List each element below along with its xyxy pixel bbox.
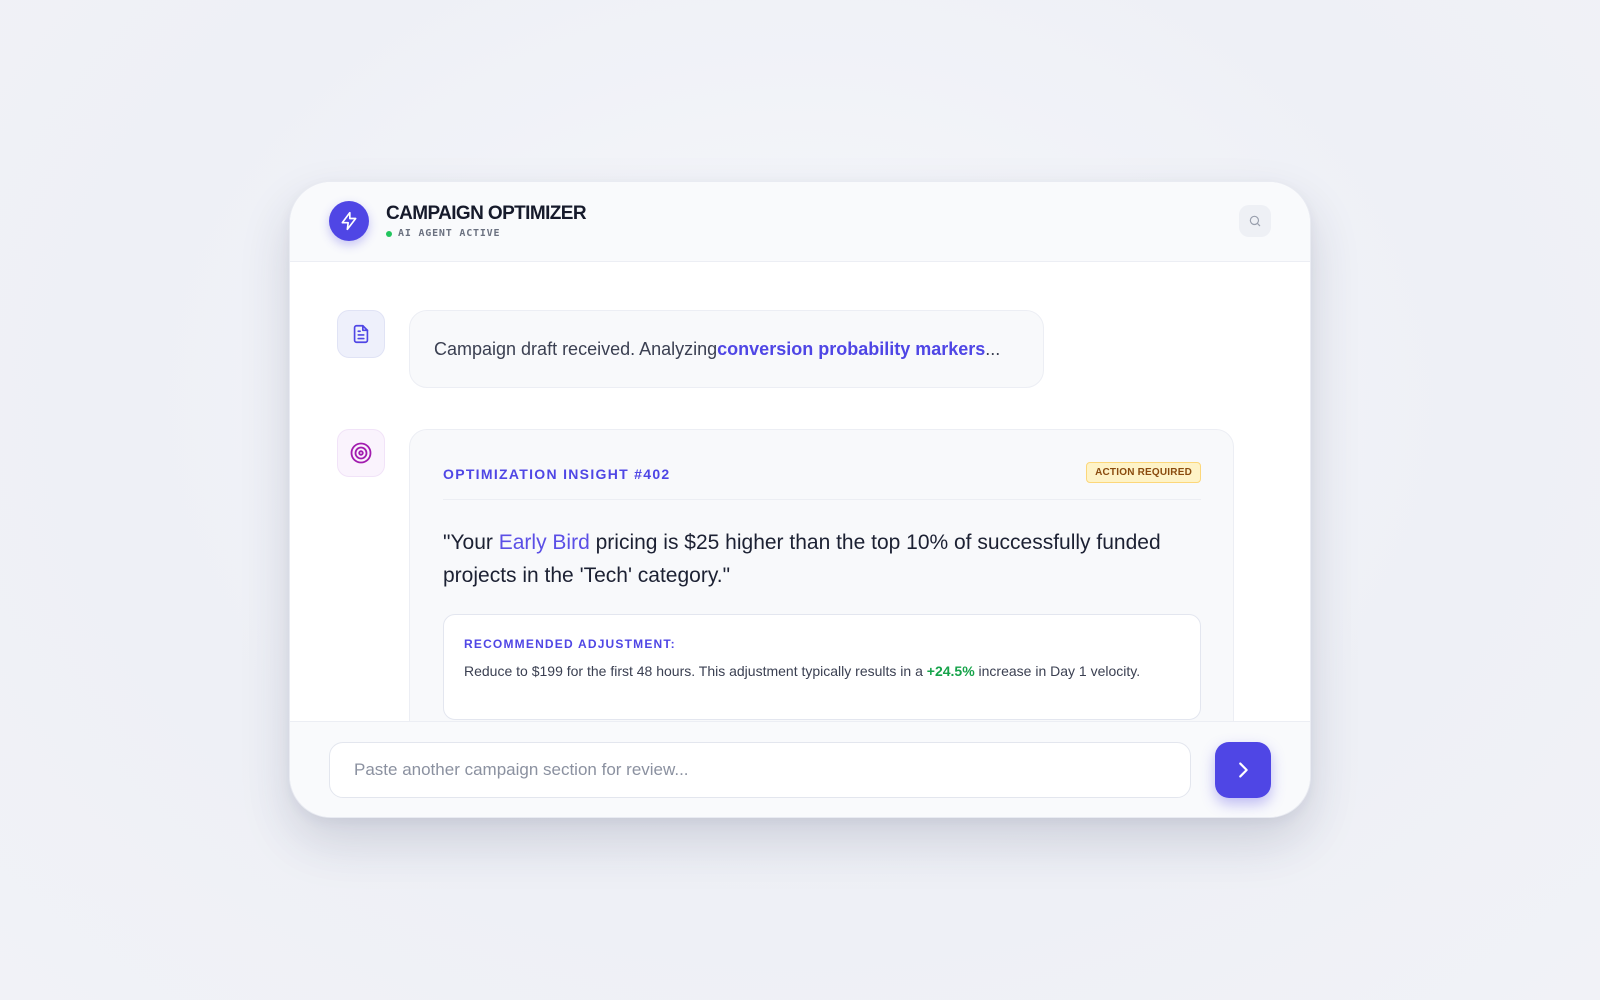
- message-text: Campaign draft received. Analyzing: [434, 338, 718, 359]
- search-icon: [1249, 215, 1261, 227]
- lightning-bolt-icon: [329, 201, 369, 241]
- quote-text: "Your: [443, 531, 499, 554]
- insight-title: OPTIMIZATION INSIGHT #402: [443, 466, 671, 482]
- recommendation-text-start: Reduce to $199 for the first 48 hours. T…: [464, 663, 927, 679]
- message-input[interactable]: [329, 742, 1191, 798]
- recommendation-label: RECOMMENDED ADJUSTMENT:: [464, 637, 676, 651]
- analysis-message: Campaign draft received. Analyzing conve…: [409, 310, 1044, 388]
- target-icon: [337, 429, 385, 477]
- document-icon: [337, 310, 385, 358]
- search-button[interactable]: [1239, 205, 1271, 237]
- insight-card: OPTIMIZATION INSIGHT #402 ACTION REQUIRE…: [409, 429, 1234, 749]
- quote-highlight: Early Bird: [498, 531, 590, 554]
- app-title: CAMPAIGN OPTIMIZER: [386, 203, 587, 224]
- recommendation-box: RECOMMENDED ADJUSTMENT: Reduce to $199 f…: [443, 614, 1201, 720]
- composer: [290, 721, 1310, 817]
- recommendation-text: Reduce to $199 for the first 48 hours. T…: [464, 661, 1164, 681]
- agent-status: AI AGENT ACTIVE: [386, 228, 500, 239]
- chat-card: CAMPAIGN OPTIMIZER AI AGENT ACTIVE Campa…: [289, 181, 1311, 818]
- recommendation-increase: +24.5%: [926, 663, 975, 679]
- insight-quote: "Your Early Bird pricing is $25 higher t…: [443, 526, 1203, 592]
- status-label: AI AGENT ACTIVE: [398, 228, 501, 239]
- chevron-right-icon: [1239, 762, 1248, 778]
- header: CAMPAIGN OPTIMIZER AI AGENT ACTIVE: [290, 182, 1310, 262]
- action-required-badge: ACTION REQUIRED: [1086, 462, 1201, 483]
- recommendation-text-end: increase in Day 1 velocity.: [974, 663, 1141, 679]
- message-highlight: conversion probability markers: [717, 338, 986, 359]
- status-dot: [386, 230, 392, 237]
- divider: [443, 499, 1201, 500]
- send-button[interactable]: [1215, 742, 1271, 798]
- message-ellipsis: ...: [985, 338, 1001, 359]
